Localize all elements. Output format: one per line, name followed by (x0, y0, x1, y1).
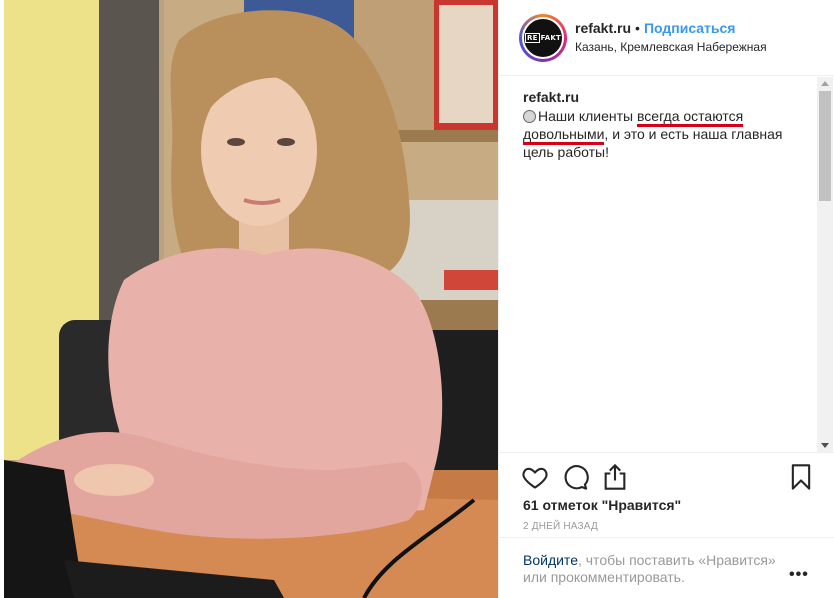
caption-text: Наши клиенты всегда остаются довольными,… (523, 107, 793, 161)
likes-count[interactable]: 61 отметок "Нравится" (523, 497, 681, 513)
post-header: RE FAKT refakt.ru • Подписаться Казань, Кре… (499, 0, 834, 76)
instagram-post: RE FAKT refakt.ru • Подписаться Казань, Кре… (0, 0, 834, 598)
bookmark-icon[interactable] (787, 463, 815, 491)
caption-highlight-1: всегда остаются (637, 108, 744, 127)
share-icon[interactable] (601, 463, 629, 491)
post-timestamp[interactable]: 2 ДНЕЙ НАЗАД (523, 521, 598, 532)
post-actions: 61 отметок "Нравится" 2 ДНЕЙ НАЗАД Войди… (499, 452, 834, 598)
scroll-up-arrow-icon[interactable] (821, 81, 829, 86)
post-side-panel: RE FAKT refakt.ru • Подписаться Казань, Кре… (498, 0, 834, 598)
login-text: Войдите, чтобы поставить «Нравится» или … (523, 552, 783, 586)
comments-scrollbar[interactable] (817, 77, 833, 452)
avatar[interactable]: RE FAKT (519, 14, 567, 62)
post-photo[interactable] (4, 0, 498, 598)
heart-icon[interactable] (521, 463, 549, 491)
header-title-line: refakt.ru • Подписаться (575, 20, 735, 36)
more-options-icon[interactable]: ••• (789, 566, 809, 584)
caption-username[interactable]: refakt.ru (523, 89, 579, 105)
follow-button[interactable]: Подписаться (644, 20, 736, 36)
avatar-logo: RE FAKT (522, 17, 564, 59)
photo-illustration (4, 0, 498, 598)
username-link[interactable]: refakt.ru (575, 20, 631, 36)
caption-highlight-2: довольными (523, 126, 605, 145)
separator-dot: • (635, 20, 640, 36)
brand-logo: RE FAKT (525, 33, 561, 43)
comment-icon[interactable] (561, 463, 589, 491)
logo-box-text: RE (525, 33, 540, 43)
caption-part1: Наши клиенты (538, 108, 637, 124)
location-link[interactable]: Казань, Кремлевская Набережная (575, 40, 767, 54)
logo-rest-text: FAKT (540, 34, 561, 42)
login-link[interactable]: Войдите (523, 552, 578, 568)
login-prompt: Войдите, чтобы поставить «Нравится» или … (499, 537, 834, 598)
circle-emoji-icon (523, 110, 536, 123)
scroll-down-arrow-icon[interactable] (821, 443, 829, 448)
comments-area: refakt.ru Наши клиенты всегда остаются д… (499, 77, 817, 452)
scroll-thumb[interactable] (819, 91, 831, 201)
